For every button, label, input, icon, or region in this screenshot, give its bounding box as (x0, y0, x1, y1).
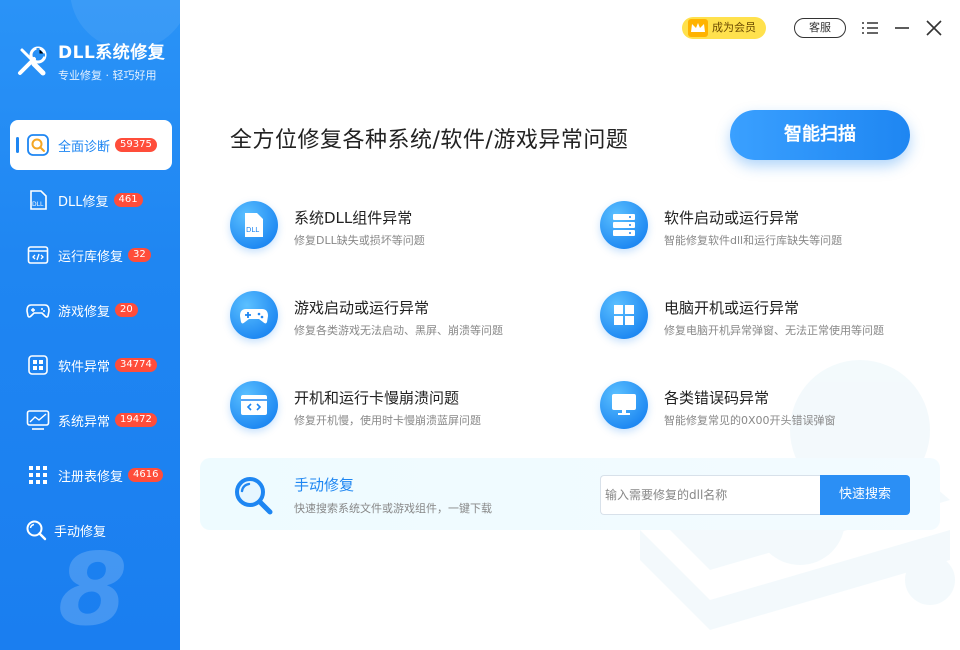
app-subtitle: 专业修复 · 轻巧好用 (58, 69, 157, 82)
app-grid-icon (26, 353, 50, 377)
search-icon (26, 133, 50, 157)
sidebar-item-dll-repair[interactable]: DLL DLL修复 461 (10, 175, 172, 225)
count-badge: 461 (113, 193, 143, 207)
sidebar-item-label: 注册表修复 (58, 469, 124, 485)
feature-system-dll[interactable]: DLL 系统DLL组件异常 修复DLL缺失或损坏等问题 (230, 201, 425, 249)
sidebar-item-label: 软件异常 (58, 359, 111, 375)
feature-title: 电脑开机或运行异常 (664, 299, 800, 317)
svg-text:DLL: DLL (32, 201, 44, 208)
watermark-eight: 8 (58, 531, 128, 648)
sidebar-item-system-exception[interactable]: 系统异常 19472 (10, 395, 172, 445)
svg-text:DLL: DLL (246, 226, 259, 234)
menu-icon[interactable] (859, 17, 881, 39)
feature-title: 开机和运行卡慢崩溃问题 (294, 389, 460, 407)
registry-grid-icon (26, 463, 50, 487)
minimize-icon[interactable] (891, 17, 913, 39)
dll-file-icon: DLL (26, 188, 50, 212)
count-badge: 4616 (128, 468, 164, 482)
wrench-screwdriver-icon (18, 46, 47, 75)
feature-title: 系统DLL组件异常 (294, 209, 413, 227)
sidebar: DLL系统修复 专业修复 · 轻巧好用 全面诊断 59375 DLL DLL修复… (0, 0, 180, 650)
brand: DLL系统修复 专业修复 · 轻巧好用 (14, 38, 165, 83)
dll-search-input[interactable] (600, 475, 822, 515)
feature-slow-crash[interactable]: 开机和运行卡慢崩溃问题 修复开机慢，使用时卡慢崩溃蓝屏问题 (230, 381, 481, 429)
feature-desc: 修复开机慢，使用时卡慢崩溃蓝屏问题 (294, 414, 481, 427)
count-badge: 32 (128, 248, 151, 262)
code-window-icon (26, 243, 50, 267)
feature-title: 各类错误码异常 (664, 389, 770, 407)
customer-service-button[interactable]: 客服 (794, 18, 846, 38)
feature-error-code[interactable]: 各类错误码异常 智能修复常见的0X00开头错误弹窗 (600, 381, 836, 429)
magnifier-icon (235, 477, 273, 515)
feature-software-launch[interactable]: 软件启动或运行异常 智能修复软件dll和运行库缺失等问题 (600, 201, 842, 249)
smart-scan-button[interactable]: 智能扫描 (730, 110, 910, 160)
sidebar-item-registry-repair[interactable]: 注册表修复 4616 (10, 450, 172, 500)
vip-label: 成为会员 (712, 21, 756, 34)
manual-repair-desc: 快速搜索系统文件或游戏组件，一键下载 (294, 502, 492, 515)
code-window-icon (230, 381, 278, 429)
quick-search-button[interactable]: 快速搜索 (820, 475, 910, 515)
sidebar-item-label: 系统异常 (58, 414, 111, 430)
sidebar-item-game-repair[interactable]: 游戏修复 20 (10, 285, 172, 335)
sidebar-item-label: 游戏修复 (58, 304, 111, 320)
gamepad-icon (230, 291, 278, 339)
manual-repair-title: 手动修复 (294, 476, 355, 494)
monitor-icon (600, 381, 648, 429)
count-badge: 19472 (115, 413, 157, 427)
gamepad-icon (26, 298, 50, 322)
feature-desc: 修复各类游戏无法启动、黑屏、崩溃等问题 (294, 324, 503, 337)
sidebar-item-full-diagnosis[interactable]: 全面诊断 59375 (10, 120, 172, 170)
count-badge: 34774 (115, 358, 157, 372)
sidebar-item-runtime-repair[interactable]: 运行库修复 32 (10, 230, 172, 280)
dll-file-icon: DLL (230, 201, 278, 249)
feature-boot-exception[interactable]: 电脑开机或运行异常 修复电脑开机异常弹窗、无法正常使用等问题 (600, 291, 884, 339)
crown-icon (688, 19, 708, 37)
manual-repair-panel: 手动修复 快速搜索系统文件或游戏组件，一键下载 快速搜索 (200, 458, 940, 530)
feature-title: 游戏启动或运行异常 (294, 299, 430, 317)
close-icon[interactable] (923, 17, 945, 39)
vip-button[interactable]: 成为会员 (682, 17, 766, 39)
feature-title: 软件启动或运行异常 (664, 209, 800, 227)
windows-logo-icon (600, 291, 648, 339)
feature-desc: 修复DLL缺失或损坏等问题 (294, 234, 425, 247)
feature-game-launch[interactable]: 游戏启动或运行异常 修复各类游戏无法启动、黑屏、崩溃等问题 (230, 291, 503, 339)
sidebar-item-label: 全面诊断 (58, 139, 111, 155)
sidebar-item-label: 运行库修复 (58, 249, 124, 265)
count-badge: 20 (115, 303, 138, 317)
app-title: DLL系统修复 (58, 43, 166, 63)
server-stack-icon (600, 201, 648, 249)
sidebar-item-label: DLL修复 (58, 194, 109, 210)
page-title: 全方位修复各种系统/软件/游戏异常问题 (230, 128, 629, 153)
feature-desc: 修复电脑开机异常弹窗、无法正常使用等问题 (664, 324, 884, 337)
feature-desc: 智能修复常见的0X00开头错误弹窗 (664, 414, 836, 427)
count-badge: 59375 (115, 138, 157, 152)
feature-desc: 智能修复软件dll和运行库缺失等问题 (664, 234, 843, 247)
magnifier-icon (24, 518, 48, 542)
sidebar-item-software-exception[interactable]: 软件异常 34774 (10, 340, 172, 390)
monitor-chart-icon (26, 408, 50, 432)
sidebar-nav: 全面诊断 59375 DLL DLL修复 461 运行库修复 32 游戏修复 2… (10, 120, 172, 560)
